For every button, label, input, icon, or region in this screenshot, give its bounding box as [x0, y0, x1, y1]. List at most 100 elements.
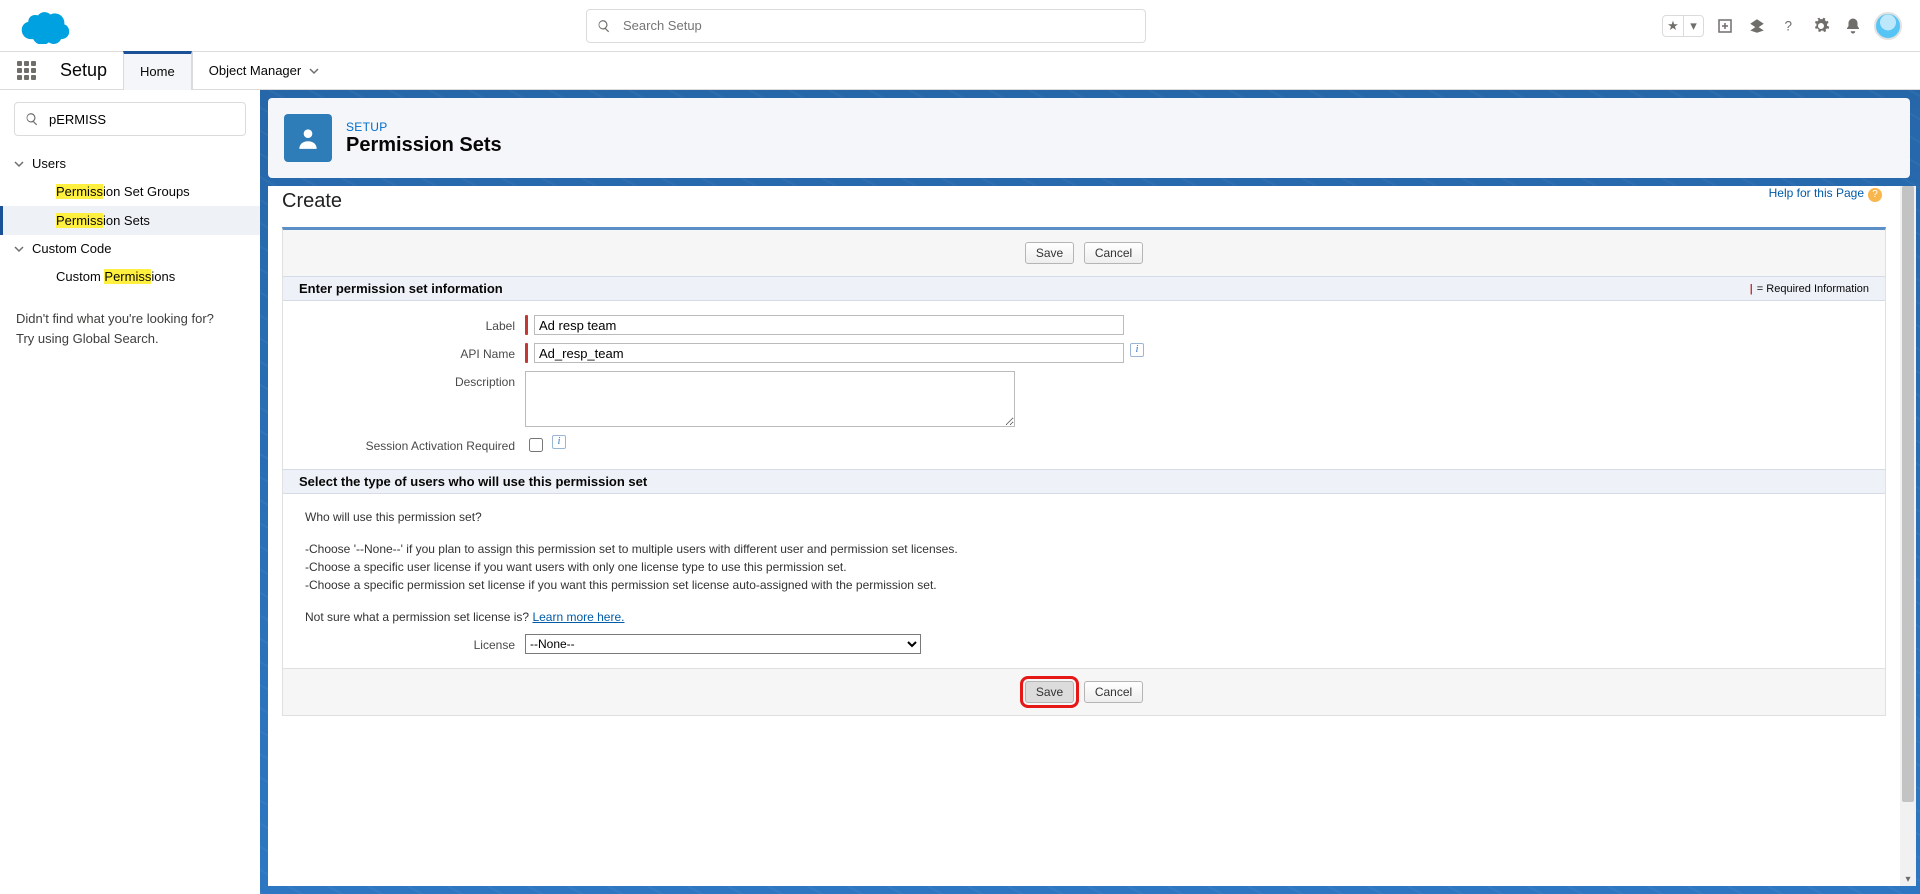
global-search[interactable]: [586, 9, 1146, 43]
search-icon: [597, 19, 611, 33]
svg-text:?: ?: [1785, 18, 1793, 33]
api-name-input[interactable]: [534, 343, 1124, 363]
row-label: Label: [283, 311, 1885, 339]
required-bar: [525, 343, 528, 363]
button-row-top: Save Cancel: [283, 230, 1885, 276]
highlight: Permiss: [56, 213, 103, 228]
global-header: ★ ▾ ?: [0, 0, 1920, 52]
help-icon: ?: [1868, 188, 1882, 202]
highlight: Permiss: [56, 184, 103, 199]
license-select[interactable]: --None--: [525, 634, 921, 654]
scroll-down-icon[interactable]: ▾: [1900, 874, 1916, 885]
sidebar-cat-custom-code[interactable]: Custom Code: [0, 235, 260, 262]
label: Label: [299, 315, 525, 333]
info-icon[interactable]: i: [1130, 343, 1144, 357]
guidance-line: -Choose '--None--' if you plan to assign…: [305, 540, 1863, 558]
sidebar-item-label: ions: [151, 269, 175, 284]
scrollbar-thumb[interactable]: [1902, 186, 1914, 802]
label: Description: [299, 371, 525, 389]
global-search-wrap: [78, 9, 1654, 43]
required-info: |= Required Information: [1750, 283, 1869, 295]
scrollbar[interactable]: ▴ ▾: [1900, 186, 1916, 886]
section-header-info: Enter permission set information |= Requ…: [283, 276, 1885, 301]
app-nav: Setup Home Object Manager: [0, 52, 1920, 90]
sidebar-cat-users-label: Users: [32, 156, 66, 171]
section-title: Enter permission set information: [299, 281, 503, 296]
row-session-activation: Session Activation Required i: [283, 431, 1885, 459]
chevron-down-icon: [14, 244, 24, 254]
content: SETUP Permission Sets Help for this Page…: [260, 90, 1920, 894]
not-found-line2: Try using Global Search.: [16, 329, 244, 349]
star-icon: ★: [1663, 16, 1683, 36]
chevron-down-icon: [14, 159, 24, 169]
row-license: License --None--: [283, 630, 1885, 658]
quick-find-input[interactable]: [47, 111, 235, 128]
button-row-bottom: Save Cancel: [283, 668, 1885, 715]
gear-icon[interactable]: [1810, 15, 1832, 37]
page-eyebrow: SETUP: [346, 120, 502, 134]
description-input[interactable]: [525, 371, 1015, 427]
guidance-line: -Choose a specific user license if you w…: [305, 558, 1863, 576]
required-bar: [525, 315, 528, 335]
chevron-down-icon: ▾: [1683, 16, 1703, 36]
tab-object-manager[interactable]: Object Manager: [192, 52, 336, 90]
sidebar-item-custom-permissions[interactable]: Custom Permissions: [0, 262, 260, 291]
who-question: Who will use this permission set?: [283, 504, 1885, 530]
layout: Users Permission Set Groups Permission S…: [0, 90, 1920, 894]
session-activation-checkbox[interactable]: [529, 438, 543, 452]
learn-more-link[interactable]: Learn more here.: [532, 610, 624, 624]
search-icon: [25, 112, 39, 126]
global-search-input[interactable]: [621, 17, 1135, 34]
avatar[interactable]: [1874, 12, 1902, 40]
sidebar-item-permission-set-groups[interactable]: Permission Set Groups: [0, 177, 260, 206]
form-panel: Save Cancel Enter permission set informa…: [282, 227, 1886, 716]
label: API Name: [299, 343, 525, 361]
label-input[interactable]: [534, 315, 1124, 335]
sidebar-cat-users[interactable]: Users: [0, 150, 260, 177]
highlight: Permiss: [104, 269, 151, 284]
question-icon[interactable]: ?: [1778, 15, 1800, 37]
sidebar-item-label: ion Set Groups: [103, 184, 190, 199]
section-body-users: Who will use this permission set? -Choos…: [283, 494, 1885, 668]
sidebar-cat-custom-code-label: Custom Code: [32, 241, 111, 256]
tab-home[interactable]: Home: [123, 51, 192, 90]
help-for-this-page[interactable]: Help for this Page?: [1769, 186, 1882, 202]
save-button[interactable]: Save: [1025, 681, 1074, 703]
page-title: Permission Sets: [346, 134, 502, 157]
chevron-down-icon: [309, 66, 319, 76]
cancel-button[interactable]: Cancel: [1084, 681, 1143, 703]
row-description: Description: [283, 367, 1885, 431]
favorites-toggle[interactable]: ★ ▾: [1662, 15, 1704, 37]
info-icon[interactable]: i: [552, 435, 566, 449]
page-header: SETUP Permission Sets: [268, 98, 1910, 178]
section-header-users: Select the type of users who will use th…: [283, 469, 1885, 494]
guidance: -Choose '--None--' if you plan to assign…: [283, 530, 1885, 598]
learn-more-line: Not sure what a permission set license i…: [283, 598, 1885, 630]
section-body-info: Label API Name i Description Session: [283, 301, 1885, 469]
salesforce-help-icon[interactable]: [1746, 15, 1768, 37]
section-title: Select the type of users who will use th…: [299, 474, 647, 489]
app-name: Setup: [44, 60, 123, 81]
app-launcher-icon[interactable]: [8, 53, 44, 89]
sidebar-item-label: ion Sets: [103, 213, 150, 228]
sidebar-item-permission-sets[interactable]: Permission Sets: [0, 206, 260, 235]
plus-icon[interactable]: [1714, 15, 1736, 37]
row-api-name: API Name i: [283, 339, 1885, 367]
label: License: [299, 634, 525, 652]
help-link-label: Help for this Page: [1769, 186, 1864, 200]
save-button[interactable]: Save: [1025, 242, 1074, 264]
quick-find[interactable]: [14, 102, 246, 136]
cancel-button[interactable]: Cancel: [1084, 242, 1143, 264]
classic-title: Create: [282, 186, 1886, 227]
setup-sidebar: Users Permission Set Groups Permission S…: [0, 90, 260, 894]
guidance-line: -Choose a specific permission set licens…: [305, 576, 1863, 594]
classic-content: Help for this Page? Create Save Cancel E…: [268, 186, 1900, 886]
bell-icon[interactable]: [1842, 15, 1864, 37]
sidebar-item-label: Custom: [56, 269, 104, 284]
salesforce-logo[interactable]: [16, 8, 70, 44]
classic-frame: Help for this Page? Create Save Cancel E…: [268, 186, 1916, 886]
tab-object-manager-label: Object Manager: [209, 63, 302, 78]
tab-home-label: Home: [140, 64, 175, 79]
not-found-line1: Didn't find what you're looking for?: [16, 309, 244, 329]
label: Session Activation Required: [299, 435, 525, 453]
